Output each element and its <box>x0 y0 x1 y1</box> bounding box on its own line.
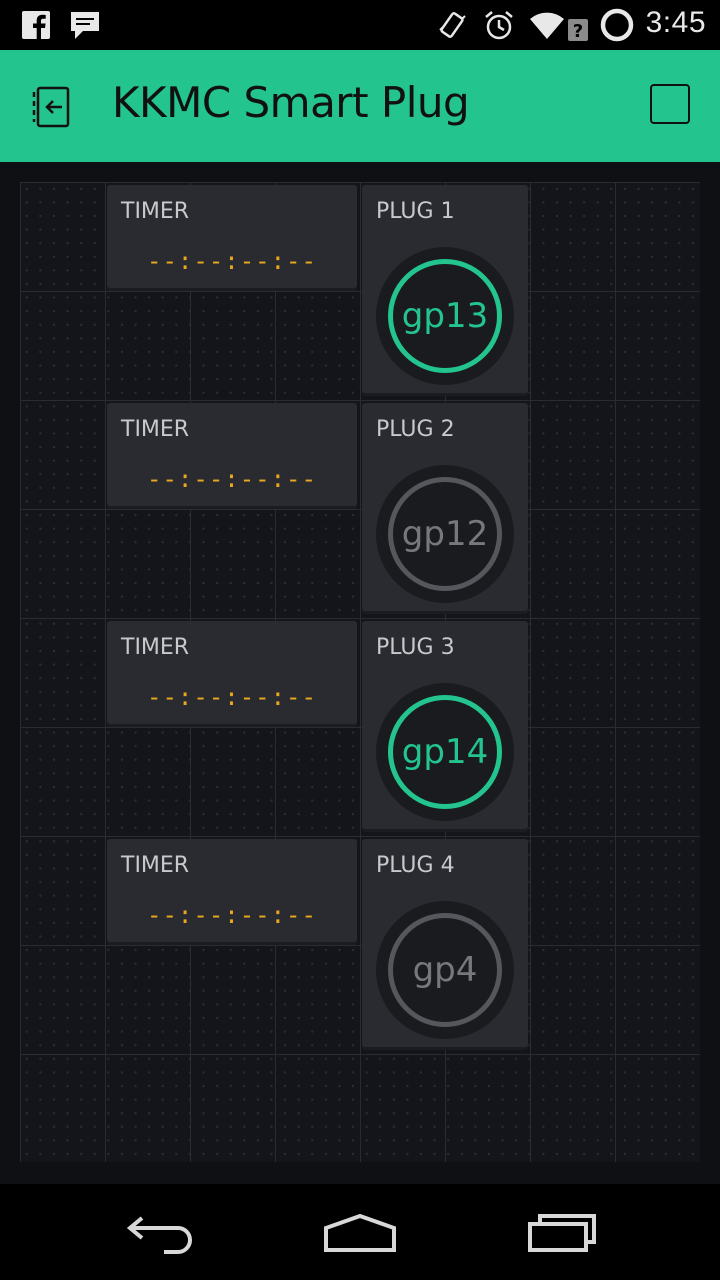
navigation-bar <box>0 1184 720 1280</box>
timer-widget-4[interactable]: TIMER --:--:--:-- <box>107 839 357 942</box>
plug-label: PLUG 4 <box>376 853 455 878</box>
plug-toggle-button-2[interactable]: gp12 <box>376 465 514 603</box>
plug-toggle-button-4[interactable]: gp4 <box>376 901 514 1039</box>
app-title: KKMC Smart Plug <box>112 78 470 127</box>
plug-widget-4: PLUG 4 gp4 <box>362 839 528 1047</box>
svg-text:?: ? <box>573 21 583 41</box>
timer-label: TIMER <box>121 853 190 878</box>
button-text: gp13 <box>388 259 502 373</box>
timer-widget-3[interactable]: TIMER --:--:--:-- <box>107 621 357 724</box>
timer-label: TIMER <box>121 199 190 224</box>
timer-value: --:--:--:-- <box>147 465 317 493</box>
stop-button[interactable] <box>650 84 690 124</box>
button-text: gp4 <box>388 913 502 1027</box>
home-icon[interactable] <box>322 1208 398 1260</box>
status-bar: ? 3:45 <box>0 0 720 50</box>
timer-value: --:--:--:-- <box>147 901 317 929</box>
timer-label: TIMER <box>121 635 190 660</box>
plug-toggle-button-1[interactable]: gp13 <box>376 247 514 385</box>
timer-widget-2[interactable]: TIMER --:--:--:-- <box>107 403 357 506</box>
timer-widget-1[interactable]: TIMER --:--:--:-- <box>107 185 357 288</box>
alarm-icon <box>482 10 516 40</box>
recents-icon[interactable] <box>526 1208 598 1260</box>
plug-toggle-button-3[interactable]: gp14 <box>376 683 514 821</box>
sync-icon <box>598 8 636 42</box>
button-text: gp14 <box>388 695 502 809</box>
timer-value: --:--:--:-- <box>147 247 317 275</box>
plug-widget-3: PLUG 3 gp14 <box>362 621 528 829</box>
timer-label: TIMER <box>121 417 190 442</box>
logout-icon[interactable] <box>32 82 80 130</box>
back-icon[interactable] <box>124 1208 196 1260</box>
chat-icon <box>68 10 102 40</box>
clock-time: 3:45 <box>645 6 706 39</box>
plug-label: PLUG 1 <box>376 199 455 224</box>
wifi-icon: ? <box>528 10 590 41</box>
timer-value: --:--:--:-- <box>147 683 317 711</box>
vibrate-icon <box>436 10 468 40</box>
plug-widget-1: PLUG 1 gp13 <box>362 185 528 393</box>
plug-label: PLUG 2 <box>376 417 455 442</box>
facebook-icon <box>20 10 52 40</box>
app-bar: KKMC Smart Plug <box>0 50 720 162</box>
plug-widget-2: PLUG 2 gp12 <box>362 403 528 611</box>
button-text: gp12 <box>388 477 502 591</box>
plug-label: PLUG 3 <box>376 635 455 660</box>
